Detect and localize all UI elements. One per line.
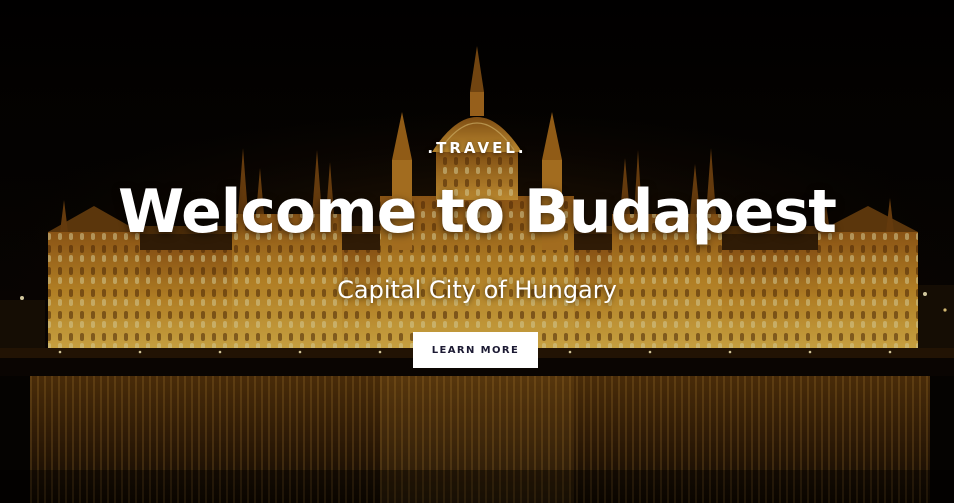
hero-content: .TRAVEL. Welcome to Budapest Capital Cit… (0, 0, 954, 503)
hero-subtitle: Capital City of Hungary (337, 276, 617, 304)
eyebrow-label: .TRAVEL. (427, 139, 527, 157)
learn-more-button[interactable]: LEARN MORE (413, 332, 538, 368)
hero-section: .TRAVEL. Welcome to Budapest Capital Cit… (0, 0, 954, 503)
hero-headline: Welcome to Budapest (118, 177, 837, 247)
